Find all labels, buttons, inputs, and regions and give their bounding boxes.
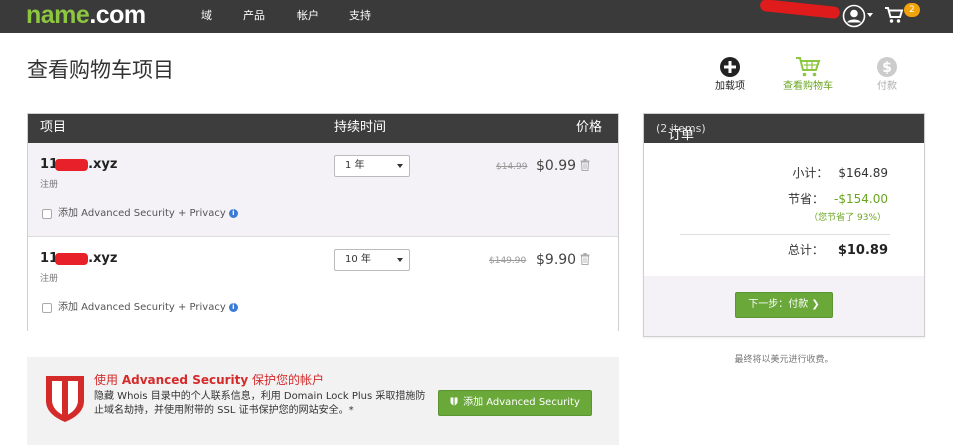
trash-icon[interactable] [580,253,590,265]
logo-dotcom: .com [89,1,146,29]
total-value: $10.89 [837,243,888,258]
logo-name: name [26,1,90,29]
step-payment-label: 付款 [877,81,897,92]
cart-count-badge: 2 [904,3,920,17]
step-cart-label: 查看购物车 [783,81,833,92]
redacted-domain [55,159,88,171]
redacted-username [759,0,841,20]
brand-logo[interactable]: name.com [26,1,146,29]
promo-title: 使用 Advanced Security 保护您的帐户 [94,373,325,387]
info-icon[interactable]: i [228,303,238,312]
step-addons-label: 加载项 [715,81,745,92]
summary-footer: 下一步：付款 ❯ [644,276,924,336]
step-cart: 查看购物车 [773,56,843,93]
original-price: $14.99 [496,162,528,172]
chevron-down-icon [397,258,403,262]
item-price: $9.90 [536,252,577,268]
duration-value: 10 年 [345,254,371,265]
order-summary-title: 订单汇总 [668,128,695,159]
order-summary-header: 订单汇总 (2 items) [644,114,924,159]
col-duration: 持续时间 [334,120,387,135]
col-price: 价格 [576,120,603,135]
addon-option[interactable]: 添加 Advanced Security + Privacy i [42,207,238,220]
page-title: 查看购物车项目 [27,58,174,82]
addon-label: 添加 Advanced Security + Privacy [58,302,226,313]
cart-table-header: 项目 持续时间 价格 [28,114,618,143]
addon-checkbox[interactable] [42,208,52,219]
savings-percent-note: （您节省了 93%） [809,213,886,223]
col-item: 项目 [40,120,67,135]
add-advanced-security-button[interactable]: 添加 Advanced Security [438,390,592,416]
nav-products[interactable]: 产品 [243,9,265,23]
svg-text:$: $ [882,60,892,76]
savings-value: -$154.00 [834,192,888,206]
savings-line: 节省： -$154.00 [788,191,888,207]
add-security-label: 添加 Advanced Security [463,397,580,408]
nav-support[interactable]: 支持 [349,9,371,23]
duration-select[interactable]: 1 年 [334,155,410,177]
addon-label: 添加 Advanced Security + Privacy [58,208,226,219]
trash-icon[interactable] [580,159,590,171]
shopping-cart-icon[interactable] [884,6,904,24]
subtotal-value: $164.89 [838,166,888,180]
savings-label: 节省： [788,192,825,206]
shield-icon [450,397,458,406]
total-line: 总计： $10.89 [788,241,888,260]
shield-icon [46,376,84,422]
total-label: 总计： [787,243,824,257]
registration-type: 注册 [40,274,59,284]
step-addons[interactable]: 加载项 [695,56,765,93]
duration-value: 1 年 [345,160,365,171]
subtotal-label: 小计： [792,166,829,180]
cart-row: 11 .xyz 注册 添加 Advanced Security + Privacy… [28,237,618,331]
addon-option[interactable]: 添加 Advanced Security + Privacy i [42,301,238,314]
order-summary-panel: 订单汇总 (2 items) 小计： $164.89 节省： -$154.00 … [643,113,925,337]
original-price: $149.90 [489,256,527,266]
chevron-down-icon [397,164,403,168]
user-avatar-icon[interactable] [842,4,866,28]
currency-note: 最终将以美元进行收费。 [734,355,834,365]
nav-domains[interactable]: 域 [201,9,212,23]
duration-select[interactable]: 10 年 [334,249,410,271]
cart-items-panel: 项目 持续时间 价格 11 .xyz 注册 添加 Advanced Securit… [27,113,619,331]
item-price: $0.99 [536,158,577,174]
chevron-down-icon[interactable] [867,13,873,17]
addon-checkbox[interactable] [42,302,52,313]
info-icon[interactable]: i [228,209,238,218]
plus-circle-icon [720,57,740,77]
step-payment: $ 付款 [852,56,922,93]
security-promo-banner: 使用 Advanced Security 保护您的帐户 隐藏 Whois 目录中… [27,357,619,445]
nav-account[interactable]: 帐户 [297,9,319,23]
summary-divider [680,234,890,235]
top-nav-bar: name.com 域 产品 帐户 支持 2 [0,0,953,33]
subtotal-line: 小计： $164.89 [792,165,888,181]
promo-description: 隐藏 Whois 目录中的个人联系信息，利用 Domain Lock Plus … [94,391,426,416]
registration-type: 注册 [40,180,59,190]
redacted-domain [55,253,88,265]
cart-icon [796,57,821,77]
cart-row: 11 .xyz 注册 添加 Advanced Security + Privacy… [28,143,618,237]
next-payment-button[interactable]: 下一步：付款 ❯ [735,292,833,318]
dollar-circle-icon: $ [877,57,897,77]
